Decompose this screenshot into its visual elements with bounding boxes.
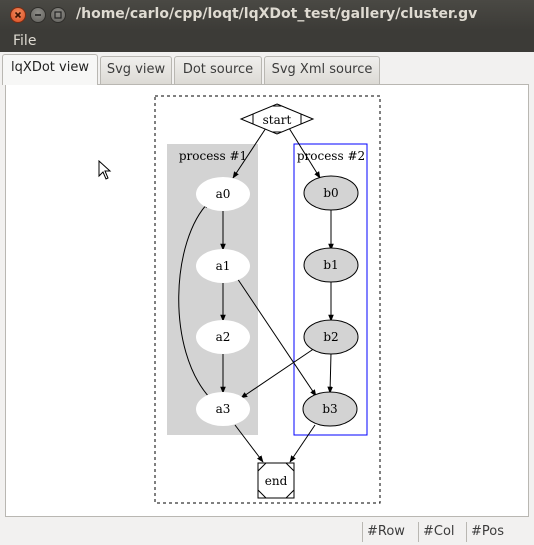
node-a0[interactable]: a0: [196, 177, 250, 211]
node-b2-label: b2: [323, 330, 338, 344]
node-end-label: end: [265, 474, 288, 488]
status-pos: #Pos: [466, 522, 512, 542]
menu-bar: File: [0, 30, 534, 52]
node-a0-label: a0: [216, 187, 231, 201]
graph-canvas: process #1 process #2 start a0 a1 a2 a3 …: [154, 95, 381, 504]
minimize-icon: [35, 14, 41, 16]
node-end[interactable]: end: [257, 462, 295, 499]
node-b1[interactable]: b1: [303, 247, 359, 283]
tab-bar: lqXDot view Svg view Dot source Svg Xml …: [0, 52, 534, 85]
mouse-pointer-icon: [98, 160, 112, 180]
tab-svg-xml-source[interactable]: Svg Xml source: [264, 56, 380, 84]
menu-file[interactable]: File: [13, 33, 36, 49]
cluster-process-2-label: process #2: [297, 149, 365, 163]
node-a2[interactable]: a2: [196, 320, 250, 354]
node-b3-label: b3: [322, 402, 337, 416]
close-window-button[interactable]: [10, 7, 26, 23]
status-row: #Row: [362, 522, 416, 542]
maximize-window-button[interactable]: [50, 7, 66, 23]
node-b1-label: b1: [323, 258, 338, 272]
node-b2[interactable]: b2: [303, 319, 359, 355]
title-bar: /home/carlo/cpp/loqt/lqXDot_test/gallery…: [0, 0, 534, 30]
node-start[interactable]: start: [239, 103, 315, 135]
node-a3-label: a3: [216, 402, 231, 416]
close-icon: [14, 11, 22, 19]
node-start-label: start: [263, 113, 292, 127]
status-col: #Col: [418, 522, 464, 542]
maximize-icon: [54, 11, 62, 19]
node-b0[interactable]: b0: [303, 175, 359, 211]
node-b0-label: b0: [323, 186, 338, 200]
status-bar: #Row #Col #Pos: [0, 518, 534, 545]
tab-svg-view[interactable]: Svg view: [100, 56, 172, 84]
node-a1[interactable]: a1: [196, 249, 250, 283]
tab-lqxdot-view[interactable]: lqXDot view: [2, 54, 98, 85]
node-a1-label: a1: [216, 259, 231, 273]
minimize-window-button[interactable]: [30, 7, 46, 23]
cluster-process-1-label: process #1: [179, 149, 247, 163]
window-title: /home/carlo/cpp/loqt/lqXDot_test/gallery…: [76, 6, 478, 22]
tab-dot-source[interactable]: Dot source: [174, 56, 262, 84]
node-a3[interactable]: a3: [196, 392, 250, 426]
node-a2-label: a2: [216, 330, 231, 344]
edge-b2-b3: [327, 352, 333, 394]
node-b3[interactable]: b3: [302, 391, 358, 427]
graph-view[interactable]: process #1 process #2 start a0 a1 a2 a3 …: [5, 84, 529, 517]
